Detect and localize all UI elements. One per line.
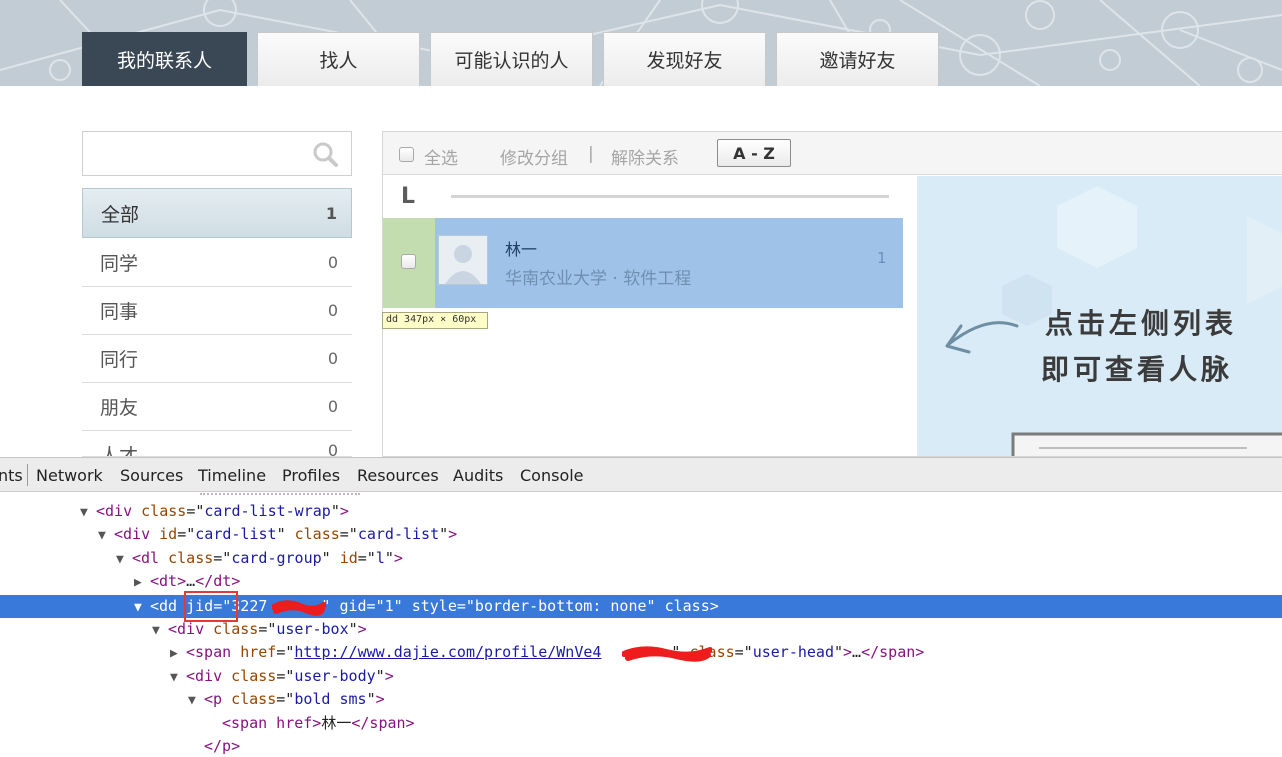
default-avatar-icon xyxy=(445,245,481,284)
group-count: 1 xyxy=(325,203,337,223)
tab-my-contacts[interactable]: 我的联系人 xyxy=(82,32,247,86)
dom-node-user-body[interactable]: ▼ <div class="user-body"> xyxy=(170,665,394,688)
contact-info: 华南农业大学 · 软件工程 xyxy=(505,269,692,289)
collapse-triangle-icon[interactable]: ▶ xyxy=(134,571,150,594)
select-all-checkbox[interactable] xyxy=(399,147,414,162)
group-item-all[interactable]: 全部 1 xyxy=(82,188,352,238)
devtools-tab-resources[interactable]: Resources xyxy=(357,466,439,485)
letter-divider xyxy=(451,195,889,198)
contact-count: 1 xyxy=(877,249,887,267)
sort-az-button[interactable]: A - Z xyxy=(717,139,791,167)
list-toolbar: 全选 修改分组 | 解除关系 A - Z xyxy=(383,132,1282,175)
avatar[interactable] xyxy=(438,235,488,285)
devtools-tab-sources[interactable]: Sources xyxy=(120,466,183,485)
dom-node-user-head[interactable]: ▶ <span href="http://www.dajie.com/profil… xyxy=(170,641,924,664)
dom-node-card-group[interactable]: ▼ <dl class="card-group" id="l"> xyxy=(116,547,403,570)
main-tabs: 我的联系人 找人 可能认识的人 发现好友 邀请好友 xyxy=(82,32,939,86)
dom-cut-line xyxy=(0,493,1282,499)
group-count: 0 xyxy=(327,349,338,368)
dom-node-card-list-wrap[interactable]: ▼ <div class="card-list-wrap"> xyxy=(80,500,349,523)
profile-link[interactable]: http://www.dajie.com/profile/WnVe4 xyxy=(294,643,601,661)
devtools-panel: nts Network Sources Timeline Profiles Re… xyxy=(0,457,1282,757)
element-size-tooltip: dd 347px × 60px xyxy=(382,312,488,329)
group-count: 0 xyxy=(327,441,338,457)
tab-people-you-may-know[interactable]: 可能认识的人 xyxy=(430,32,593,86)
group-item-classmates[interactable]: 同学 0 xyxy=(82,239,352,287)
contacts-panel: 全选 修改分组 | 解除关系 A - Z L 林一 华南农业大学 · 软件工程 … xyxy=(382,131,1282,457)
group-label: 全部 xyxy=(101,203,140,226)
dom-node-p-close[interactable]: </p> xyxy=(204,735,240,757)
search-icon[interactable] xyxy=(312,141,338,167)
group-label: 同事 xyxy=(100,301,139,323)
expand-triangle-icon[interactable]: ▼ xyxy=(98,524,114,547)
group-count: 0 xyxy=(327,397,338,416)
promo-text-line-1: 点击左侧列表 xyxy=(1045,307,1238,340)
redaction-scribble xyxy=(622,646,712,662)
devtools-tab-separator xyxy=(27,464,28,486)
modify-group-button[interactable]: 修改分组 xyxy=(500,144,568,169)
redaction-scribble xyxy=(272,600,326,616)
expand-triangle-icon[interactable]: ▼ xyxy=(152,619,168,642)
contact-checkbox[interactable] xyxy=(401,254,416,269)
dom-node-user-box[interactable]: ▼ <div class="user-box"> xyxy=(152,618,367,641)
dom-node-card-list[interactable]: ▼ <div id="card-list" class="card-list"> xyxy=(98,523,457,546)
header-banner: 我的联系人 找人 可能认识的人 发现好友 邀请好友 xyxy=(0,0,1282,86)
devtools-tab-console[interactable]: Console xyxy=(520,466,584,485)
group-item-peers[interactable]: 同行 0 xyxy=(82,335,352,383)
promo-text-line-2: 即可查看人脉 xyxy=(1041,353,1234,386)
search-input[interactable] xyxy=(83,132,303,175)
devtools-tab-network[interactable]: Network xyxy=(36,466,103,485)
remove-relation-button[interactable]: 解除关系 xyxy=(611,144,679,169)
group-label: 同行 xyxy=(100,349,139,371)
left-arrow-icon xyxy=(947,321,1019,346)
expand-triangle-icon[interactable]: ▼ xyxy=(116,548,132,571)
promo-illustration: 点击左侧列表 即可查看人脉 xyxy=(917,176,1282,456)
devtools-tab-audits[interactable]: Audits xyxy=(453,466,503,485)
search-box xyxy=(82,131,352,176)
group-label: 同学 xyxy=(100,253,139,275)
select-all-label[interactable]: 全选 xyxy=(424,144,458,169)
contact-name[interactable]: 林一 xyxy=(505,236,537,260)
tab-discover-friends[interactable]: 发现好友 xyxy=(603,32,766,86)
dom-node-dt[interactable]: ▶ <dt>…</dt> xyxy=(134,570,240,593)
group-item-friends[interactable]: 朋友 0 xyxy=(82,383,352,431)
devtools-tab-timeline[interactable]: Timeline xyxy=(198,466,266,485)
devtools-tab-profiles[interactable]: Profiles xyxy=(282,466,340,485)
tab-invite-friends[interactable]: 邀请好友 xyxy=(776,32,939,86)
dom-node-p-bold-sms[interactable]: ▼ <p class="bold sms"> xyxy=(188,688,385,711)
expand-triangle-icon[interactable]: ▼ xyxy=(80,501,96,524)
letter-heading: L xyxy=(401,184,416,209)
dom-node-span-name[interactable]: <span href>林一</span> xyxy=(222,712,415,735)
group-item-talent[interactable]: 人才 0 xyxy=(82,431,352,457)
expand-triangle-icon[interactable]: ▼ xyxy=(170,666,186,689)
group-label: 人才 xyxy=(100,445,139,457)
devtools-tab-bar: nts Network Sources Timeline Profiles Re… xyxy=(0,458,1282,492)
tab-find-people[interactable]: 找人 xyxy=(257,32,420,86)
contact-row[interactable]: 林一 华南农业大学 · 软件工程 1 xyxy=(383,218,903,308)
group-count: 0 xyxy=(327,301,338,320)
group-item-colleagues[interactable]: 同事 0 xyxy=(82,287,352,335)
expand-triangle-icon[interactable]: ▼ xyxy=(134,596,150,619)
toolbar-separator: | xyxy=(588,144,594,164)
group-count: 0 xyxy=(327,253,338,272)
expand-triangle-icon[interactable]: ▼ xyxy=(188,689,204,712)
devtools-tab-elements[interactable]: nts xyxy=(0,466,23,485)
collapse-triangle-icon[interactable]: ▶ xyxy=(170,642,186,665)
group-label: 朋友 xyxy=(100,397,139,419)
